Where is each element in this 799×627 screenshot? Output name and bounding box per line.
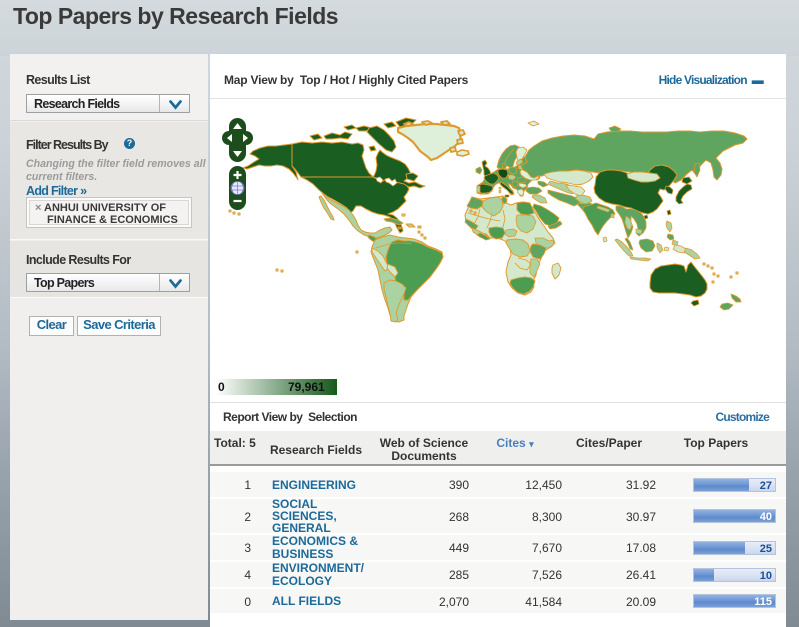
svg-text:0: 0 bbox=[218, 380, 225, 394]
svg-text:79,961: 79,961 bbox=[288, 380, 325, 394]
